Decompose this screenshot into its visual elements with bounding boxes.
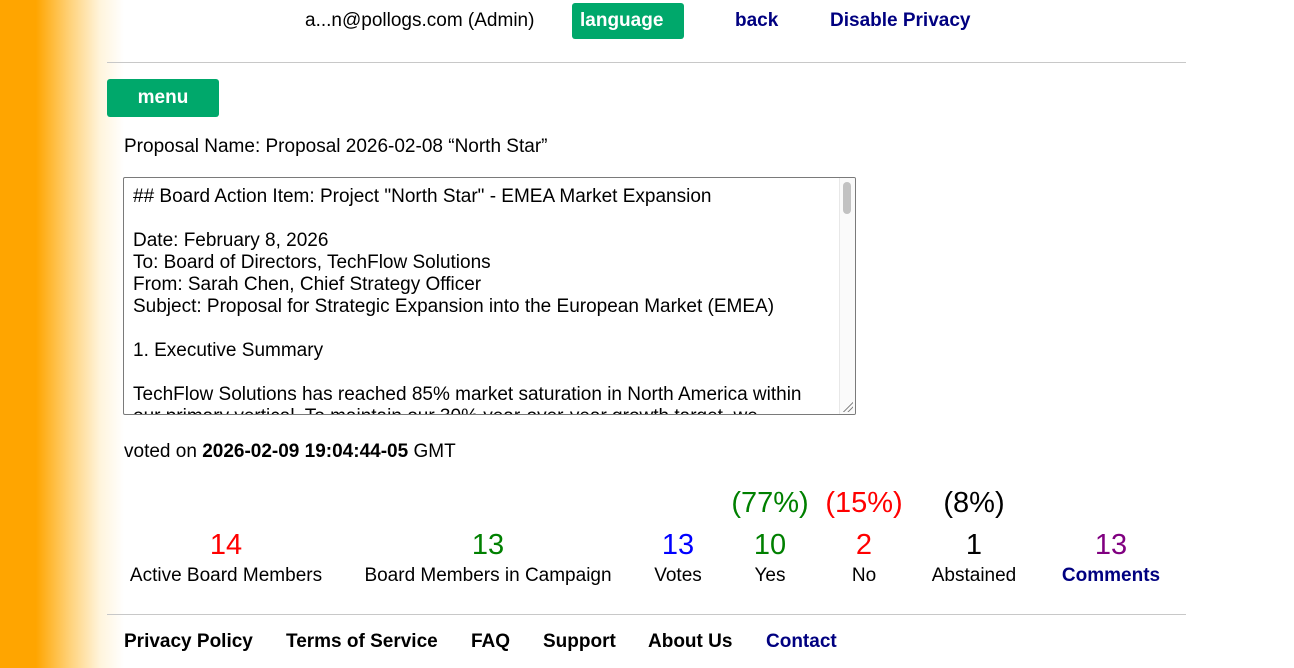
footer-about-link[interactable]: About Us — [648, 631, 732, 653]
voted-on-timezone: GMT — [413, 441, 456, 462]
votes-count: 13 — [661, 529, 695, 561]
bottom-divider — [107, 614, 1186, 615]
stat-no: 2 No — [824, 529, 904, 587]
abstained-count: 1 — [965, 529, 983, 561]
campaign-members-label: Board Members in Campaign — [364, 565, 612, 586]
stat-yes: 10 Yes — [730, 529, 810, 587]
active-members-label: Active Board Members — [129, 565, 323, 586]
current-user-label: a...n@pollogs.com (Admin) — [305, 10, 535, 31]
abstained-label: Abstained — [931, 565, 1017, 586]
stat-campaign-members: 13 Board Members in Campaign — [348, 529, 628, 587]
footer-terms-link[interactable]: Terms of Service — [286, 631, 438, 653]
stat-comments[interactable]: 13 Comments — [1051, 529, 1171, 587]
proposal-scrollbar[interactable] — [839, 178, 855, 414]
footer-support-link[interactable]: Support — [543, 631, 616, 653]
stat-active-members: 14 Active Board Members — [106, 529, 346, 587]
stat-votes: 13 Votes — [638, 529, 718, 587]
comments-link[interactable]: Comments — [1051, 565, 1171, 587]
no-label: No — [851, 565, 877, 586]
stat-abstained: 1 Abstained — [914, 529, 1034, 587]
footer-privacy-policy-link[interactable]: Privacy Policy — [124, 631, 253, 653]
voted-on-prefix: voted on — [124, 441, 197, 462]
yes-label: Yes — [754, 565, 786, 586]
comments-count: 13 — [1094, 529, 1128, 561]
active-members-count: 14 — [209, 529, 243, 561]
votes-label: Votes — [654, 565, 702, 586]
scroll-thumb[interactable] — [843, 182, 851, 214]
language-button[interactable]: language — [572, 3, 684, 39]
no-percent: (15%) — [825, 487, 903, 519]
campaign-members-count: 13 — [471, 529, 505, 561]
abstained-percent: (8%) — [943, 487, 1005, 519]
proposal-text-area[interactable]: ## Board Action Item: Project "North Sta… — [123, 177, 856, 415]
top-nav-bar: a...n@pollogs.com (Admin) language back … — [0, 0, 1294, 42]
footer-faq-link[interactable]: FAQ — [471, 631, 510, 653]
proposal-name: Proposal Name: Proposal 2026-02-08 “Nort… — [124, 136, 548, 157]
voted-on-datetime: 2026-02-09 19:04:44-05 — [202, 441, 409, 462]
top-divider — [107, 62, 1186, 63]
proposal-text: ## Board Action Item: Project "North Sta… — [133, 186, 802, 414]
disable-privacy-link[interactable]: Disable Privacy — [830, 10, 970, 32]
footer-contact-link[interactable]: Contact — [766, 631, 837, 653]
voted-on-line: voted on 2026-02-09 19:04:44-05 GMT — [124, 441, 456, 463]
back-link[interactable]: back — [735, 10, 778, 32]
menu-button[interactable]: menu — [107, 79, 219, 117]
resize-handle-icon[interactable] — [843, 402, 853, 412]
no-count: 2 — [855, 529, 873, 561]
yes-count: 10 — [753, 529, 787, 561]
